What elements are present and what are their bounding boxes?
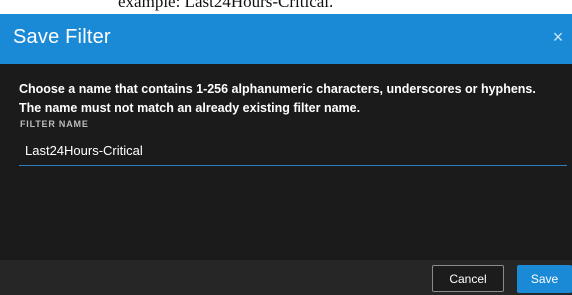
dialog-body: Choose a name that contains 1-256 alphan…: [0, 64, 572, 260]
background-page-strip: example: Last24Hours-Critical.: [0, 0, 572, 14]
save-filter-dialog: Save Filter × Choose a name that contain…: [0, 14, 572, 295]
dialog-title: Save Filter: [13, 26, 111, 48]
instructions-line-2: The name must not match an already exist…: [19, 101, 361, 115]
background-page-text: example: Last24Hours-Critical.: [118, 0, 334, 11]
filter-name-input[interactable]: [19, 136, 567, 166]
close-icon[interactable]: ×: [550, 28, 566, 46]
instructions-text: Choose a name that contains 1-256 alphan…: [19, 80, 536, 118]
instructions-line-1: Choose a name that contains 1-256 alphan…: [19, 82, 536, 96]
cancel-button[interactable]: Cancel: [432, 265, 504, 292]
dialog-header: Save Filter ×: [0, 14, 572, 64]
save-button[interactable]: Save: [517, 265, 572, 293]
dialog-footer: Cancel Save: [0, 260, 572, 295]
filter-name-label: FILTER NAME: [20, 119, 89, 129]
